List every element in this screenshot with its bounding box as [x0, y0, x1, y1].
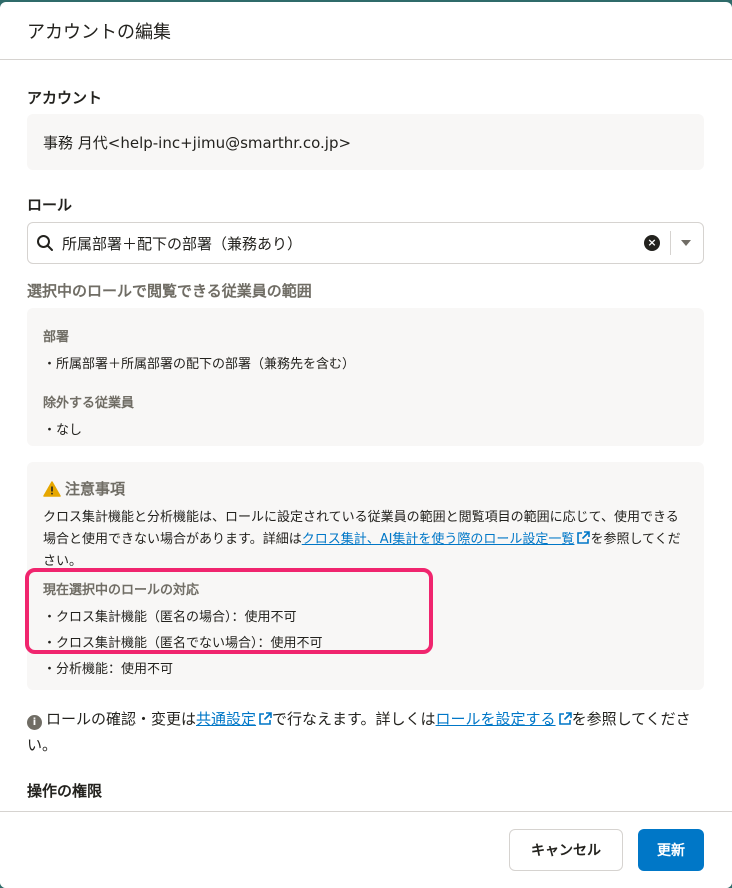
external-link-icon [259, 712, 272, 725]
search-icon [37, 235, 53, 251]
notice-text: クロス集計機能と分析機能は、ロールに設定されている従業員の範囲と閲覧項目の範囲に… [43, 507, 688, 573]
account-section-title: アカウント [27, 89, 103, 107]
common-settings-link-label[interactable]: 共通設定 [196, 710, 256, 728]
role-section-title: ロール [27, 196, 73, 214]
role-combobox[interactable]: 所属部署＋配下の部署（兼務あり） × [27, 222, 704, 264]
account-value: 事務 月代<help-inc+jimu@smarthr.co.jp> [43, 133, 352, 152]
highlight-annotation [25, 568, 433, 654]
cross-tab-role-link-label[interactable]: クロス集計、AI集計を使う際のロール設定一覧 [302, 532, 575, 547]
scope-title: 選択中のロールで閲覧できる従業員の範囲 [27, 282, 312, 300]
update-button[interactable]: 更新 [638, 829, 704, 871]
current-role-item: ・分析機能：使用不可 [43, 662, 174, 677]
notice-header: 注意事項 [43, 478, 688, 499]
cancel-button[interactable]: キャンセル [509, 829, 623, 871]
notice-title: 注意事項 [65, 480, 126, 498]
external-link-icon [577, 531, 591, 544]
excluded-label: 除外する従業員 [43, 396, 135, 411]
info-text-2: で行なえます。詳しくは [272, 710, 436, 728]
modal-header: アカウントの編集 [0, 2, 732, 60]
modal-title: アカウントの編集 [27, 21, 171, 43]
permissions-section-title: 操作の権限 [27, 782, 103, 800]
edit-account-modal: アカウントの編集 アカウント 事務 月代<help-inc+jimu@smart… [0, 2, 732, 888]
external-link-icon [558, 712, 572, 725]
modal-body[interactable]: アカウント 事務 月代<help-inc+jimu@smarthr.co.jp>… [0, 61, 732, 811]
role-info-text: i ロールの確認・変更は共通設定 で行なえます。詳しくはロールを設定する を参照してく… [27, 706, 704, 758]
department-value: ・所属部署＋所属部署の配下の部署（兼務先を含む） [43, 357, 356, 372]
info-icon: i [27, 715, 42, 730]
excluded-value: ・なし [43, 423, 83, 438]
clear-icon[interactable]: × [644, 235, 660, 251]
common-settings-link[interactable]: 共通設定 [196, 710, 272, 728]
set-role-link[interactable]: ロールを設定する [436, 710, 572, 728]
select-divider [670, 231, 671, 255]
modal-footer: キャンセル 更新 [0, 811, 732, 888]
info-text-1: ロールの確認・変更は [46, 710, 197, 728]
warning-icon [43, 480, 61, 497]
department-label: 部署 [43, 330, 70, 345]
account-value-box: 事務 月代<help-inc+jimu@smarthr.co.jp> [27, 114, 704, 170]
scope-box: 部署 ・所属部署＋所属部署の配下の部署（兼務先を含む） 除外する従業員 ・なし [27, 308, 704, 446]
set-role-link-label[interactable]: ロールを設定する [436, 710, 556, 728]
chevron-down-icon[interactable] [681, 240, 691, 246]
role-selected-value[interactable]: 所属部署＋配下の部署（兼務あり） [62, 233, 644, 254]
cross-tab-role-link[interactable]: クロス集計、AI集計を使う際のロール設定一覧 [302, 531, 591, 547]
